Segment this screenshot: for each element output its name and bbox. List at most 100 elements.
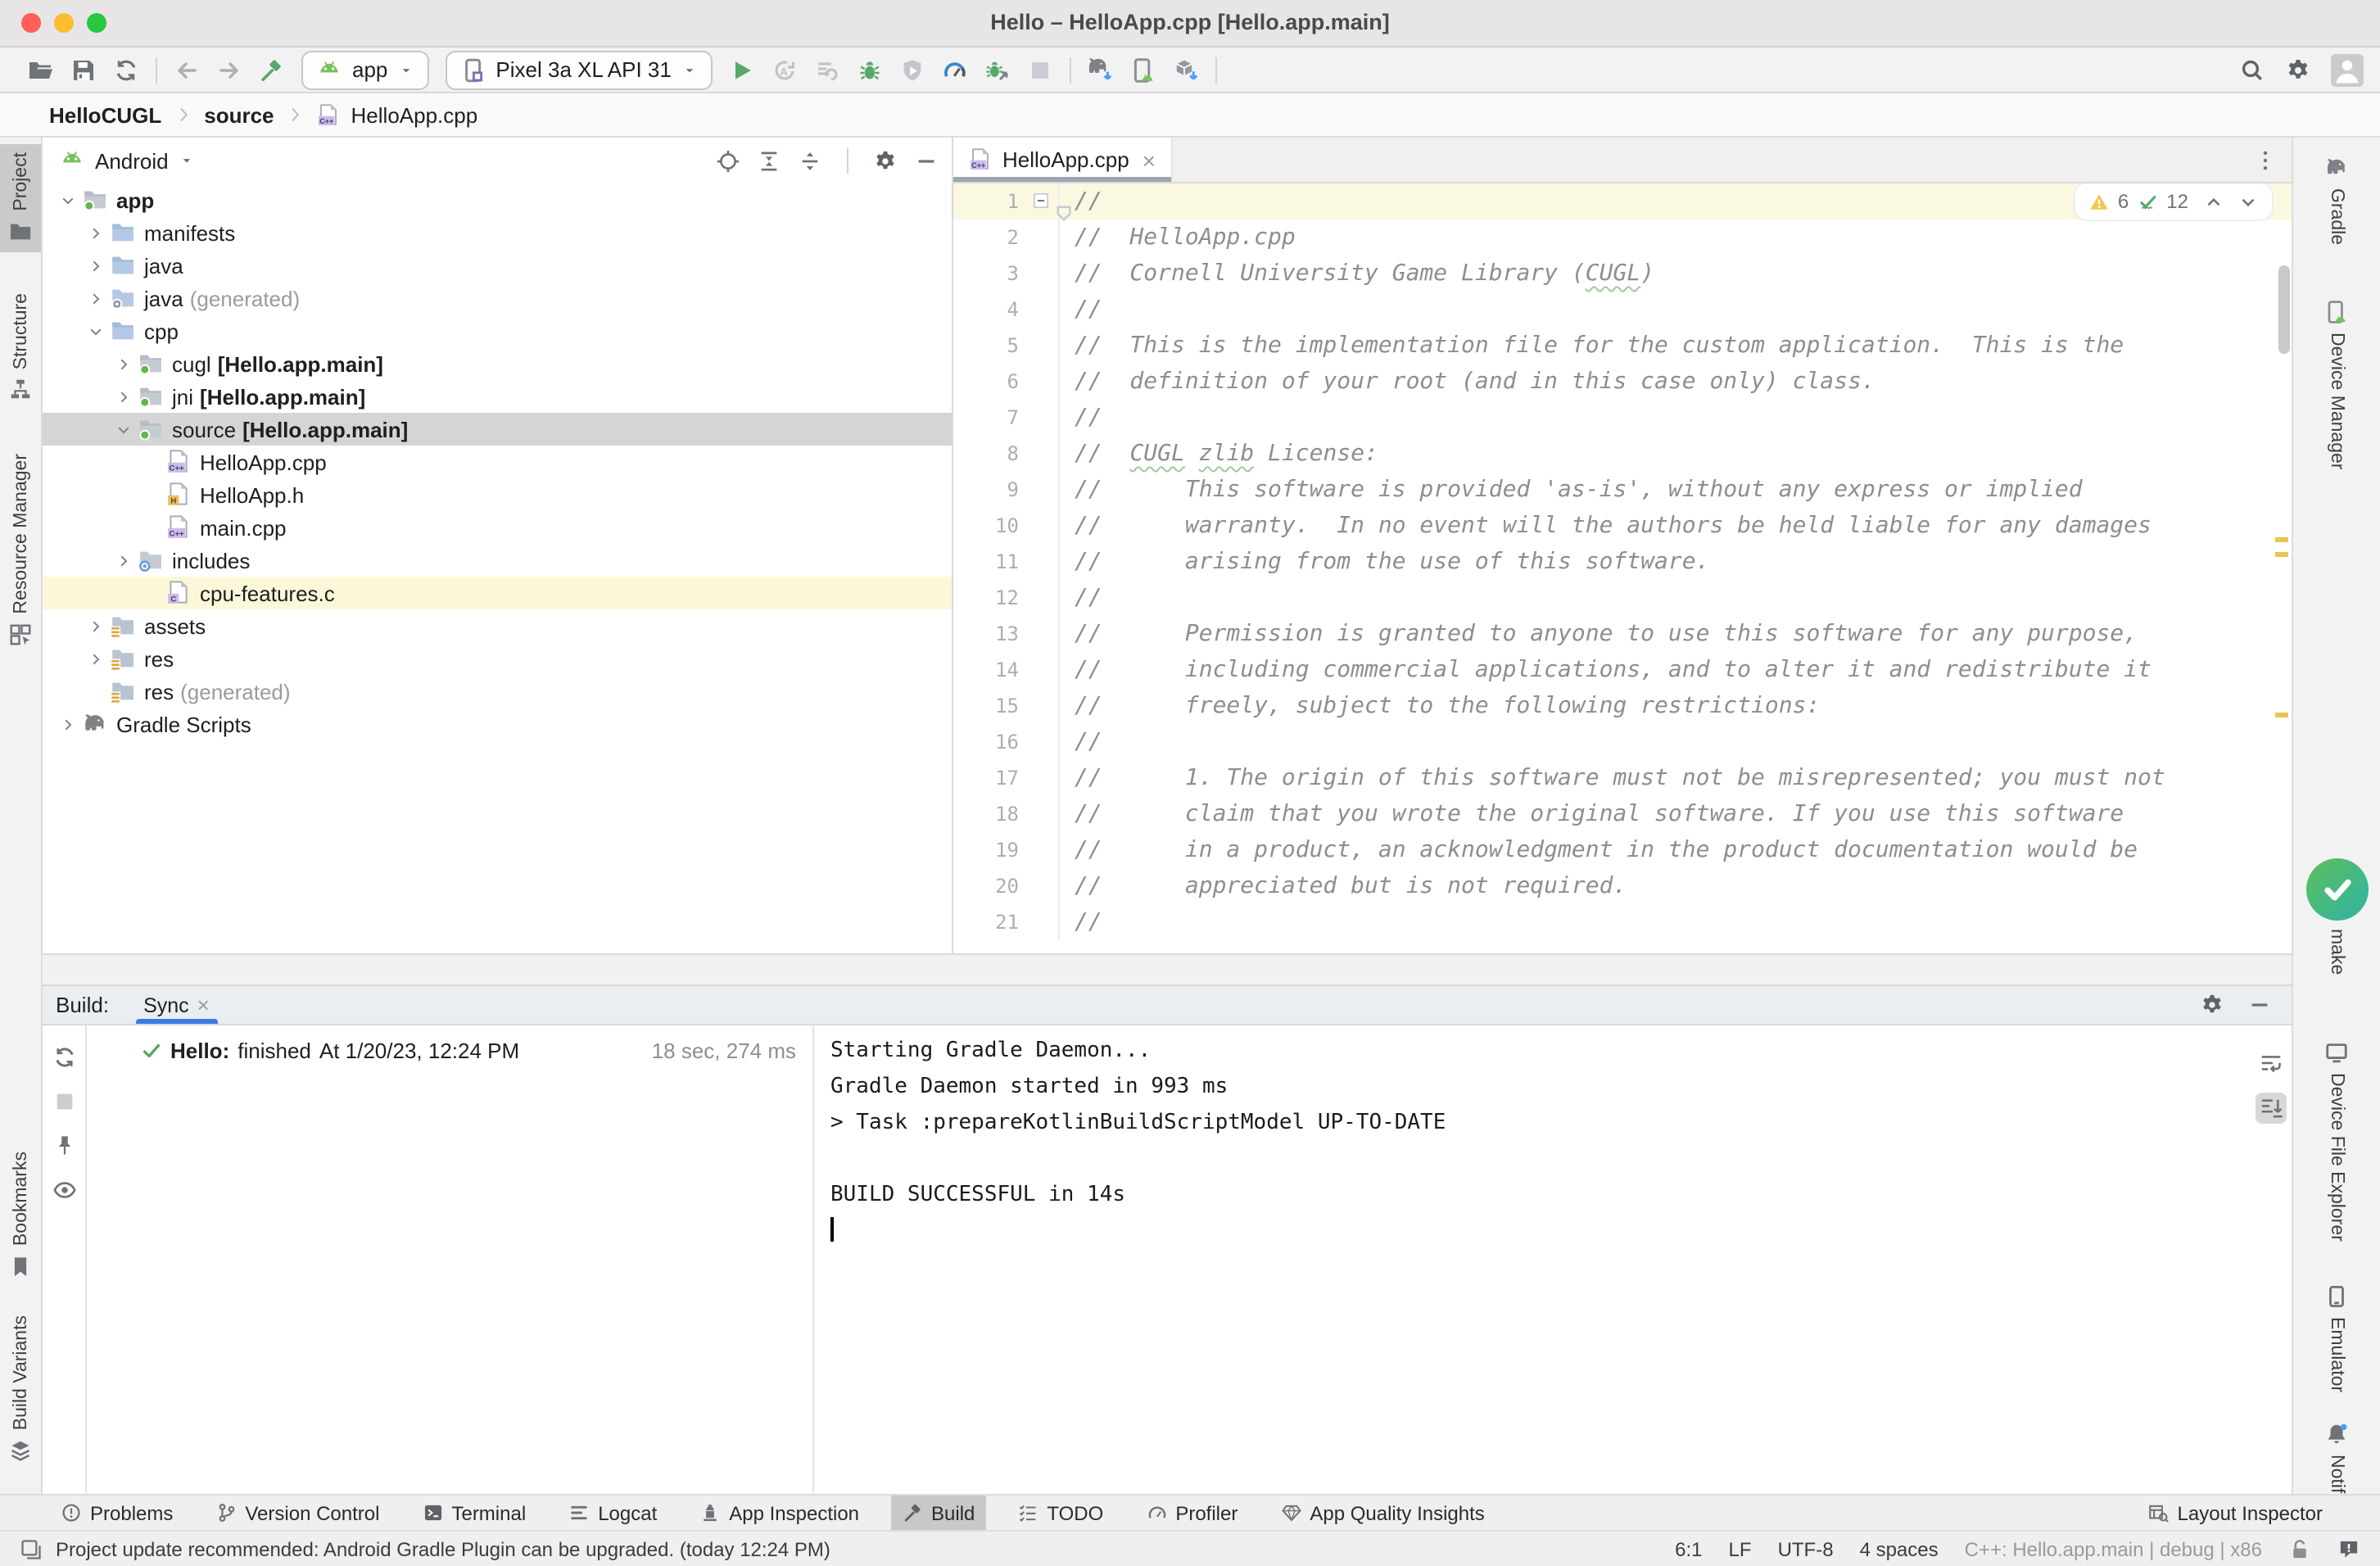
line-number[interactable]: 13 <box>953 616 1019 652</box>
tree-chevron-right-icon[interactable] <box>111 380 136 413</box>
line-number[interactable]: 14 <box>953 652 1019 688</box>
device-select[interactable]: Pixel 3a XL API 31 <box>445 50 712 89</box>
expand-all-icon[interactable] <box>757 148 781 173</box>
code-area[interactable]: 1//2// HelloApp.cpp3// Cornell Universit… <box>953 183 2292 953</box>
tree-chevron-right-icon[interactable] <box>111 347 136 380</box>
hide-icon[interactable] <box>2247 993 2272 1017</box>
tree-chevron-right-icon[interactable] <box>56 708 80 740</box>
device-manager-button[interactable] <box>1122 50 1165 89</box>
indent-setting[interactable]: 4 spaces <box>1860 1537 1939 1560</box>
settings-icon[interactable] <box>2285 57 2311 84</box>
tree-row-helloapp-cpp[interactable]: C++HelloApp.cpp <box>43 446 952 478</box>
line-number[interactable]: 3 <box>953 256 1019 292</box>
line-number[interactable]: 21 <box>953 904 1019 940</box>
tree-chevron-right-icon[interactable] <box>111 544 136 577</box>
tool-stripe-button-make[interactable]: make <box>2293 851 2380 984</box>
tree-chevron-down-icon[interactable] <box>56 183 80 216</box>
line-number[interactable]: 4 <box>953 292 1019 328</box>
forward-button[interactable] <box>208 50 251 89</box>
code-line-9[interactable]: 9// This software is provided 'as-is', w… <box>953 472 2292 508</box>
chevron-down-icon[interactable] <box>2237 191 2259 212</box>
tool-stripe-button-device-manager[interactable]: Device Manager <box>2293 291 2380 477</box>
tree-row-cpp[interactable]: cpp <box>43 315 952 347</box>
tree-chevron-down-icon[interactable] <box>84 315 108 347</box>
tree-row-jni[interactable]: jni[Hello.app.main] <box>43 380 952 413</box>
tool-window-tab-layout-inspector[interactable]: Layout Inspector <box>2137 1495 2334 1531</box>
line-number[interactable]: 11 <box>953 544 1019 580</box>
chevron-up-icon[interactable] <box>2203 191 2224 212</box>
code-line-16[interactable]: 16// <box>953 724 2292 760</box>
editor-vertical-scrollbar[interactable] <box>2278 265 2290 354</box>
code-line-2[interactable]: 2// HelloApp.cpp <box>953 220 2292 256</box>
tree-row-cugl[interactable]: cugl[Hello.app.main] <box>43 347 952 380</box>
run-configuration-select[interactable]: app <box>301 50 428 89</box>
attach-debugger-button[interactable] <box>976 50 1019 89</box>
code-line-6[interactable]: 6// definition of your root (and in this… <box>953 364 2292 400</box>
splitter[interactable] <box>43 953 2292 984</box>
code-line-19[interactable]: 19// in a product, an acknowledgment in … <box>953 832 2292 868</box>
line-number[interactable]: 5 <box>953 328 1019 364</box>
code-line-18[interactable]: 18// claim that you wrote the original s… <box>953 796 2292 832</box>
locate-icon[interactable] <box>716 148 740 173</box>
code-line-17[interactable]: 17// 1. The origin of this software must… <box>953 760 2292 796</box>
notification-icon[interactable] <box>2337 1537 2360 1560</box>
tool-window-tab-app-inspection[interactable]: App Inspection <box>688 1495 871 1531</box>
collapse-all-icon[interactable] <box>798 148 822 173</box>
tree-row-res-generated[interactable]: res(generated) <box>43 675 952 708</box>
scroll-to-end-icon[interactable] <box>2256 1093 2287 1124</box>
code-line-13[interactable]: 13// Permission is granted to anyone to … <box>953 616 2292 652</box>
code-line-20[interactable]: 20// appreciated but is not required. <box>953 868 2292 904</box>
tool-stripe-button-structure[interactable]: Structure <box>0 285 41 410</box>
titlebar[interactable]: Hello – HelloApp.cpp [Hello.app.main] <box>0 0 2380 48</box>
warning-stripe-mark[interactable] <box>2275 713 2288 717</box>
tree-row-cpu-features-c[interactable]: Ccpu-features.c <box>43 577 952 609</box>
project-view-selector[interactable]: Android <box>59 147 195 174</box>
build-context[interactable]: C++: Hello.app.main | debug | x86 <box>1965 1537 2262 1560</box>
soft-wrap-icon[interactable] <box>2256 1048 2287 1079</box>
code-line-4[interactable]: 4// <box>953 292 2292 328</box>
stop-icon[interactable] <box>52 1089 76 1114</box>
file-encoding[interactable]: UTF-8 <box>1778 1537 1834 1560</box>
line-number[interactable]: 1 <box>953 183 1019 220</box>
tool-window-tab-build[interactable]: Build <box>890 1495 986 1531</box>
close-icon[interactable]: × <box>197 993 210 1017</box>
inspections-widget[interactable]: 6 12 <box>2075 183 2272 220</box>
line-number[interactable]: 2 <box>953 220 1019 256</box>
tree-row-java-generated[interactable]: java(generated) <box>43 282 952 315</box>
save-button[interactable] <box>62 50 105 89</box>
minimize-window-button[interactable] <box>54 13 74 33</box>
editor-tab-helloapp-cpp[interactable]: C++ HelloApp.cpp × <box>953 138 1172 182</box>
line-number[interactable]: 17 <box>953 760 1019 796</box>
eye-icon[interactable] <box>52 1178 76 1202</box>
tool-window-tab-logcat[interactable]: Logcat <box>557 1495 668 1531</box>
tool-window-tab-version-control[interactable]: Version Control <box>204 1495 391 1531</box>
settings-icon[interactable] <box>873 148 898 173</box>
tool-stripe-button-project[interactable]: Project <box>0 144 41 252</box>
sync-button[interactable] <box>105 50 147 89</box>
breadcrumb-item-hellocugl[interactable]: HelloCUGL <box>49 102 161 127</box>
tree-row-main-cpp[interactable]: C++main.cpp <box>43 511 952 544</box>
close-window-button[interactable] <box>21 13 41 33</box>
line-number[interactable]: 16 <box>953 724 1019 760</box>
line-number[interactable]: 12 <box>953 580 1019 616</box>
tree-chevron-down-icon[interactable] <box>111 413 136 446</box>
line-number[interactable]: 18 <box>953 796 1019 832</box>
stop-button[interactable] <box>1019 50 1061 89</box>
caret-position[interactable]: 6:1 <box>1675 1537 1702 1560</box>
code-line-10[interactable]: 10// warranty. In no event will the auth… <box>953 508 2292 544</box>
code-line-14[interactable]: 14// including commercial applications, … <box>953 652 2292 688</box>
tool-stripe-button-build-variants[interactable]: Build Variants <box>0 1307 41 1471</box>
unlock-icon[interactable] <box>2288 1537 2311 1560</box>
coverage-button[interactable] <box>891 50 934 89</box>
code-line-12[interactable]: 12// <box>953 580 2292 616</box>
tree-row-gradle-scripts[interactable]: Gradle Scripts <box>43 708 952 740</box>
code-line-3[interactable]: 3// Cornell University Game Library (CUG… <box>953 256 2292 292</box>
run-button[interactable] <box>721 50 763 89</box>
hide-icon[interactable] <box>914 148 939 173</box>
rerun-icon[interactable] <box>52 1045 76 1070</box>
tool-stripe-button-notifications[interactable]: Notifications <box>2293 1414 2380 1494</box>
pin-icon[interactable] <box>52 1134 76 1158</box>
apply-code-changes-button[interactable] <box>806 50 848 89</box>
tree-chevron-right-icon[interactable] <box>84 282 108 315</box>
profiler-button[interactable] <box>934 50 976 89</box>
